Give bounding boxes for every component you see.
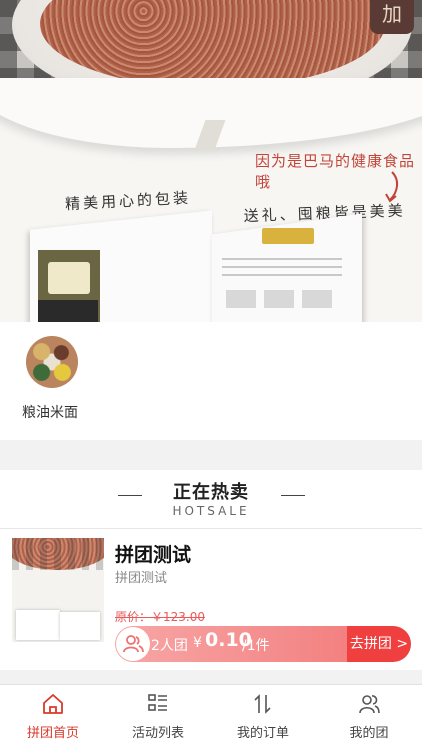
package-text-line bbox=[222, 274, 342, 276]
currency-symbol: ¥ bbox=[193, 635, 202, 651]
join-group-button[interactable]: 去拼团 > bbox=[347, 626, 411, 662]
group-icon bbox=[359, 695, 380, 714]
package-text-line bbox=[222, 266, 342, 268]
product-image-box bbox=[60, 612, 100, 640]
product-image-cloth bbox=[12, 538, 104, 570]
home-icon bbox=[43, 694, 63, 714]
tab-label: 我的团 bbox=[349, 726, 389, 741]
section-divider bbox=[0, 528, 422, 529]
price-unit: /1件 bbox=[242, 638, 270, 654]
tab-my-orders[interactable]: 我的订单 bbox=[223, 693, 303, 741]
product-description: 拼团测试 bbox=[115, 571, 168, 586]
group-buy-bar[interactable]: 2人团 ¥ 0.10 /1件 去拼团 > bbox=[115, 626, 411, 662]
grains-icon bbox=[26, 336, 78, 388]
tab-activity-list[interactable]: 活动列表 bbox=[118, 693, 198, 741]
product-image-box bbox=[16, 610, 60, 640]
category-label: 粮油米面 bbox=[22, 405, 78, 421]
package-band bbox=[38, 300, 98, 322]
section-title: 正在热卖 bbox=[173, 482, 249, 503]
corner-tag: 加 bbox=[370, 0, 414, 34]
section-subtitle: HOTSALE bbox=[172, 504, 250, 518]
bottom-tab-bar: 拼团首页 活动列表 我的订单 我的团 bbox=[0, 684, 422, 750]
tab-my-group[interactable]: 我的团 bbox=[329, 693, 409, 741]
list-icon bbox=[148, 694, 167, 711]
product-image[interactable] bbox=[12, 538, 104, 642]
tab-label: 活动列表 bbox=[131, 726, 184, 741]
sort-icon bbox=[254, 694, 271, 714]
tab-home[interactable]: 拼团首页 bbox=[13, 693, 93, 741]
tab-label: 我的订单 bbox=[236, 726, 289, 741]
product-name[interactable]: 拼团测试 bbox=[115, 540, 191, 567]
category-strip: 粮油米面 bbox=[0, 322, 422, 440]
group-size: 2人团 bbox=[151, 638, 188, 654]
original-price: 原价：￥123.00 bbox=[115, 610, 205, 624]
group-people-icon bbox=[116, 627, 150, 661]
package-text-line bbox=[222, 258, 342, 260]
hero-banner[interactable]: 加 因为是巴马的健康食品哦 精美用心的包装 送礼、囤粮皆是美美的 bbox=[0, 0, 422, 322]
tab-label: 拼团首页 bbox=[26, 726, 79, 741]
section-header: 正在热卖 HOTSALE bbox=[0, 478, 422, 518]
package-seal bbox=[262, 228, 314, 244]
hot-section: 正在热卖 HOTSALE 拼团测试 拼团测试 原价：￥123.00 2人团 ¥ … bbox=[0, 470, 422, 670]
package-badges bbox=[226, 290, 336, 308]
category-item[interactable]: 粮油米面 bbox=[22, 336, 82, 422]
package-logo bbox=[48, 262, 90, 294]
